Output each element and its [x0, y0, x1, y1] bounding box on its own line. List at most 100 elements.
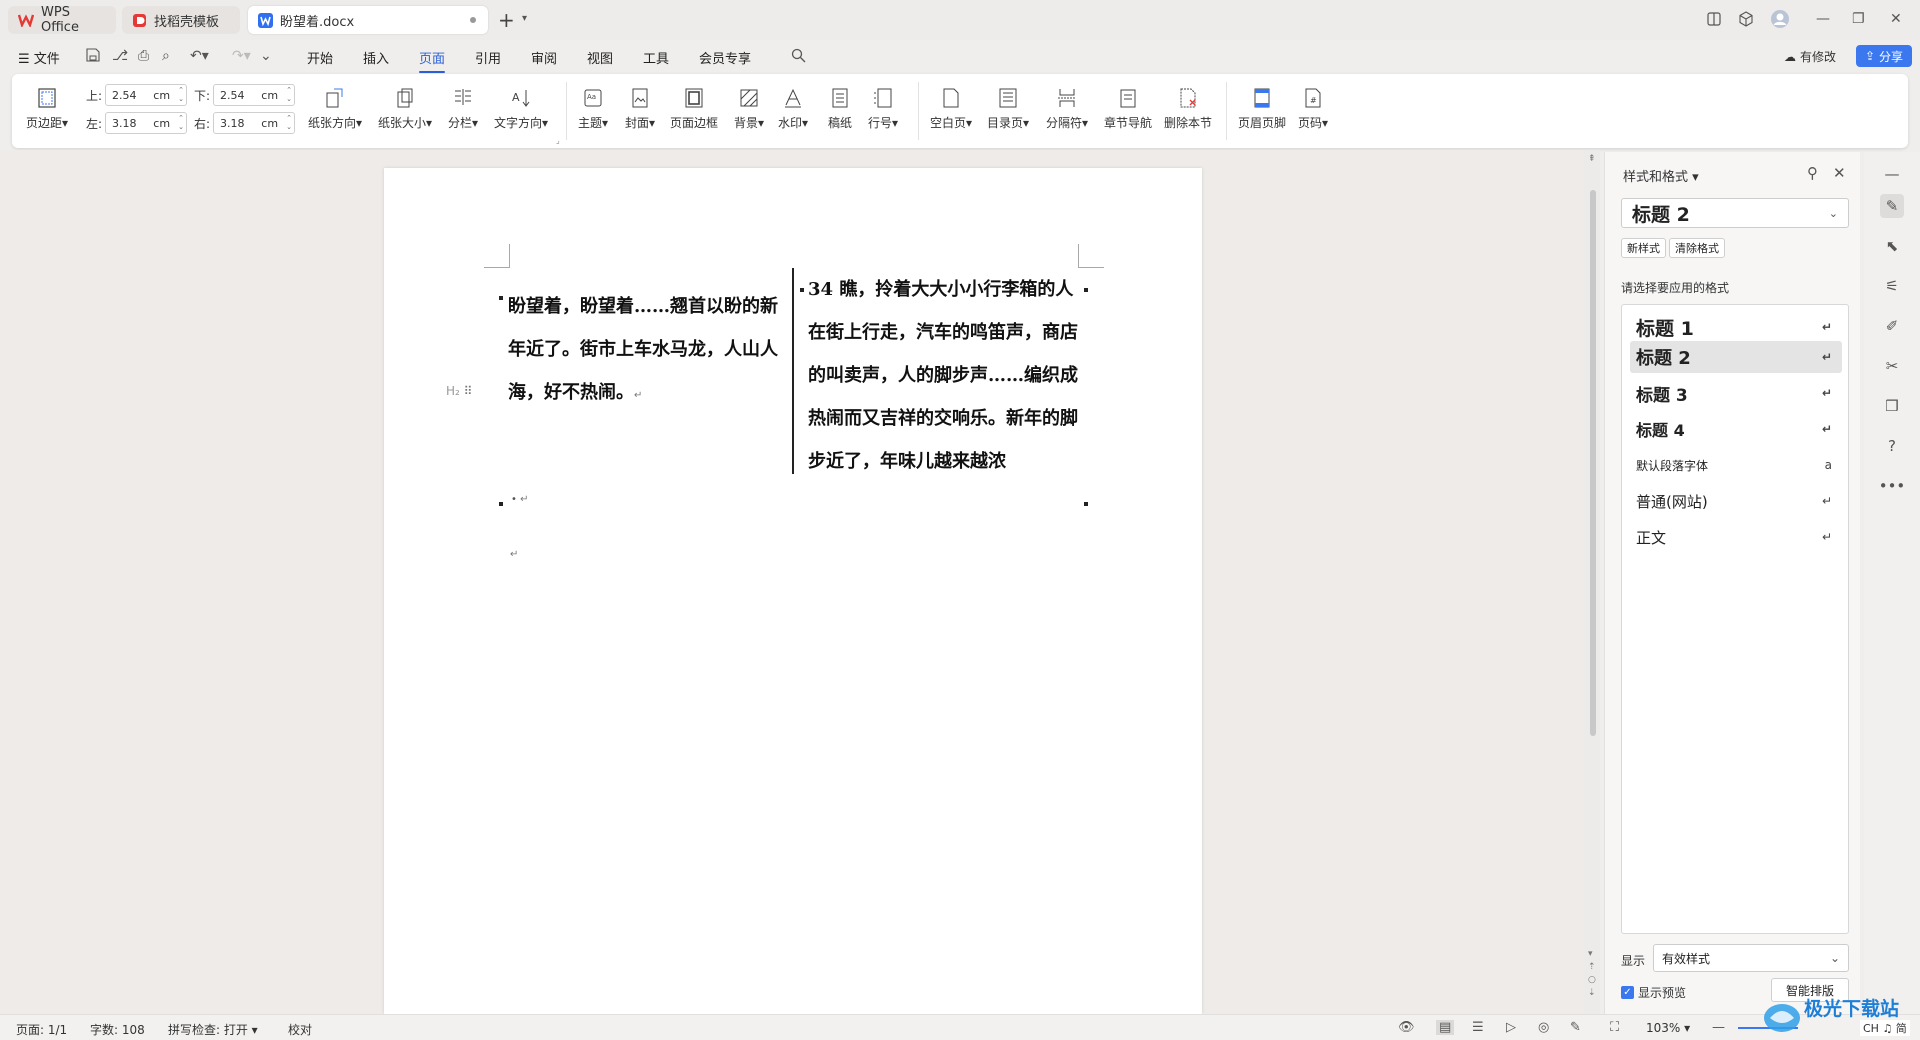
pen-icon[interactable]: ✎ [1570, 1020, 1581, 1035]
watermark-button[interactable]: 水印▾ [778, 84, 808, 131]
tab-document[interactable]: 盼望着.docx [248, 6, 488, 34]
style-pen-icon[interactable]: ✎ [1880, 194, 1904, 218]
spinner-icon[interactable]: ⌃ ⌄ [286, 114, 292, 132]
manuscript-button[interactable]: 稿纸 [828, 84, 852, 131]
column-1-text[interactable]: 盼望着，盼望着……翘首以盼的新年近了。街市上车水马龙，人山人海，好不热闹。↵ [508, 285, 784, 417]
restore-icon[interactable]: ❐ [1852, 11, 1865, 27]
spinner-icon[interactable]: ⌃ ⌄ [178, 114, 184, 132]
proofread[interactable]: 校对 [288, 1021, 312, 1038]
style-item-heading-2[interactable]: 标题 2 ↵ [1630, 341, 1842, 373]
section-nav-button[interactable]: 章节导航 [1104, 84, 1152, 131]
orientation-button[interactable]: 纸张方向▾ [308, 84, 362, 131]
word-count[interactable]: 字数: 108 [90, 1021, 145, 1038]
save-icon[interactable] [86, 48, 100, 62]
bullet-empty-line[interactable]: • ↵ [511, 494, 528, 505]
column-2-text[interactable]: 34 瞧，拎着大大小小行李箱的人在街上行走，汽车的鸣笛声，商店的叫卖声，人的脚步… [808, 268, 1084, 483]
current-style-select[interactable]: 标题 2 ⌄ [1621, 198, 1849, 228]
heading-marker[interactable]: H₂ ⠿ [446, 384, 472, 398]
text-direction-button[interactable]: A 文字方向▾ [494, 84, 548, 131]
print-preview-icon[interactable]: ⌕ [162, 48, 170, 64]
drag-handle-icon[interactable]: ⠿ [464, 384, 473, 398]
pin-icon[interactable]: ⚲ [1807, 164, 1818, 182]
scrollbar-thumb[interactable] [1590, 190, 1596, 736]
help-icon[interactable]: ? [1880, 434, 1904, 458]
menu-vip[interactable]: 会员专享 [699, 48, 751, 67]
undo-icon[interactable]: ↶▾ [190, 48, 209, 64]
spinner-icon[interactable]: ⌃ ⌄ [178, 86, 184, 104]
margin-right-input[interactable]: 3.18 cm ⌃ ⌄ [213, 112, 296, 134]
close-icon[interactable]: ✕ [1890, 11, 1902, 27]
page-number-button[interactable]: # 页码▾ [1298, 84, 1328, 131]
minimize-icon[interactable]: — [1816, 11, 1830, 27]
chevron-down-icon[interactable]: ▾ [522, 13, 527, 24]
menu-page[interactable]: 页面 [419, 48, 446, 73]
menu-review[interactable]: 审阅 [531, 48, 557, 67]
background-button[interactable]: 背景▾ [734, 84, 764, 131]
new-tab-icon[interactable]: + [498, 10, 515, 30]
clear-format-button[interactable]: 清除格式 [1669, 238, 1725, 258]
margins-button[interactable]: 页边距▾ [26, 84, 68, 131]
show-preview-checkbox[interactable]: ✓ 显示预览 [1621, 984, 1686, 1001]
margin-top-input[interactable]: 2.54 cm ⌃ ⌄ [105, 84, 188, 106]
avatar[interactable] [1770, 9, 1790, 29]
more-icon[interactable]: ••• [1879, 474, 1906, 498]
book-icon[interactable]: ❒ [1880, 394, 1904, 418]
breaks-button[interactable]: 分隔符▾ [1046, 84, 1088, 131]
margin-left-input[interactable]: 3.18 cm ⌃ ⌄ [105, 112, 188, 134]
edit-doc-icon[interactable]: ✐ [1880, 314, 1904, 338]
menu-reference[interactable]: 引用 [475, 48, 501, 67]
menu-view[interactable]: 视图 [587, 48, 613, 67]
blank-page-button[interactable]: 空白页▾ [930, 84, 972, 131]
search-icon[interactable] [791, 48, 806, 63]
spell-check[interactable]: 拼写检查: 打开 ▾ [168, 1021, 258, 1038]
toc-page-button[interactable]: 目录页▾ [987, 84, 1029, 131]
panel-title[interactable]: 样式和格式 ▾ [1623, 166, 1699, 185]
style-item-heading-3[interactable]: 标题 3 ↵ [1630, 377, 1842, 409]
tools-icon[interactable]: ✂ [1880, 354, 1904, 378]
web-view-icon[interactable]: ◎ [1538, 1020, 1549, 1035]
more-chevron-icon[interactable]: ⌄ [260, 48, 272, 64]
scroll-up-icon[interactable]: ⇞ [1588, 154, 1596, 164]
theme-button[interactable]: Aa 主题▾ [578, 84, 608, 131]
page-view-icon[interactable]: ▤ [1436, 1020, 1455, 1035]
style-item-heading-4[interactable]: 标题 4 ↵ [1630, 413, 1842, 445]
scroll-nav-icons[interactable]: ▾ ⇡ ○ ⇣ [1588, 948, 1596, 1000]
tab-docer-templates[interactable]: 找稻壳模板 [122, 6, 240, 34]
print-icon[interactable]: ⎙ [138, 48, 149, 64]
margin-bottom-input[interactable]: 2.54 cm ⌃ ⌄ [213, 84, 296, 106]
play-icon[interactable]: ▷ [1506, 1020, 1516, 1035]
page-count[interactable]: 页面: 1/1 [16, 1021, 67, 1038]
cover-button[interactable]: 封面▾ [625, 84, 655, 131]
empty-line[interactable]: ↵ [510, 546, 518, 561]
tab-wps-office[interactable]: WPS Office [8, 5, 116, 35]
paper-size-button[interactable]: 纸张大小▾ [378, 84, 432, 131]
header-footer-button[interactable]: 页眉页脚 [1238, 84, 1286, 131]
spinner-icon[interactable]: ⌃ ⌄ [286, 86, 292, 104]
style-item-default-font[interactable]: 默认段落字体 a [1630, 449, 1842, 481]
zoom-level[interactable]: 103% ▾ [1646, 1021, 1690, 1035]
outline-view-icon[interactable]: ☰ [1472, 1020, 1484, 1035]
zoom-out-icon[interactable]: — [1712, 1020, 1725, 1035]
line-number-button[interactable]: 行号▾ [868, 84, 898, 131]
share-button[interactable]: ⇪ 分享 [1856, 45, 1912, 67]
style-item-heading-1[interactable]: 标题 1 ↵ [1630, 311, 1842, 343]
panel-close-icon[interactable]: ✕ [1833, 164, 1846, 182]
collapse-icon[interactable]: — [1880, 162, 1904, 186]
menu-start[interactable]: 开始 [307, 48, 333, 67]
columns-button[interactable]: 分栏▾ [448, 84, 478, 131]
style-item-normal-web[interactable]: 普通(网站) ↵ [1630, 485, 1842, 517]
style-item-body[interactable]: 正文 ↵ [1630, 521, 1842, 553]
unsaved-dot-icon[interactable] [470, 17, 476, 23]
layout-icon[interactable] [1706, 11, 1722, 27]
file-menu[interactable]: ☰ 文件 [18, 48, 60, 67]
show-select[interactable]: 有效样式 ⌄ [1653, 944, 1849, 972]
menu-insert[interactable]: 插入 [363, 48, 389, 67]
format-painter-icon[interactable]: ⎇ [112, 48, 128, 64]
fit-page-icon[interactable]: ⛶ [1610, 1020, 1619, 1035]
eye-icon[interactable]: 👁 [1398, 1020, 1415, 1035]
select-icon[interactable]: ⬉ [1880, 234, 1904, 258]
new-style-button[interactable]: 新样式 [1621, 238, 1666, 258]
delete-section-button[interactable]: 删除本节 [1164, 84, 1212, 131]
dialog-launcher-icon[interactable]: ⌟ [556, 136, 560, 145]
page-border-button[interactable]: 页面边框 [670, 84, 718, 131]
